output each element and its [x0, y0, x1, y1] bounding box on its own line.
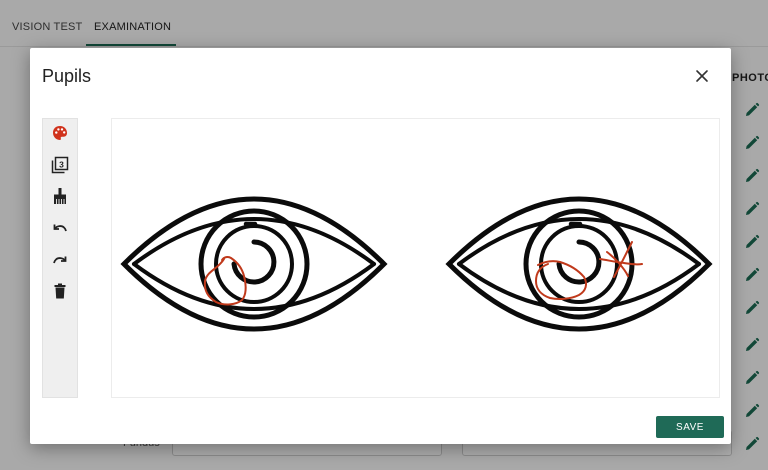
- dialog-title: Pupils: [42, 66, 92, 86]
- eyes-drawing: [120, 196, 713, 332]
- left-eye-x-mark: [606, 241, 633, 278]
- drawing-toolbar: 3: [42, 118, 78, 398]
- pupils-dialog: Pupils 3 SAVE: [30, 48, 731, 444]
- redo-icon[interactable]: [51, 251, 69, 269]
- close-icon[interactable]: [691, 65, 713, 87]
- save-button[interactable]: SAVE: [656, 416, 724, 438]
- layers-count-icon[interactable]: 3: [51, 156, 69, 174]
- layers-count-badge: 3: [59, 159, 64, 169]
- undo-icon[interactable]: [51, 219, 69, 237]
- right-eye-diagram: [120, 196, 388, 332]
- brush-icon[interactable]: [51, 187, 69, 205]
- palette-icon[interactable]: [51, 124, 69, 142]
- left-eye-stroke-mark: [599, 258, 643, 266]
- drawing-canvas[interactable]: [111, 118, 720, 398]
- left-eye-diagram: [445, 196, 713, 332]
- trash-icon[interactable]: [51, 282, 69, 300]
